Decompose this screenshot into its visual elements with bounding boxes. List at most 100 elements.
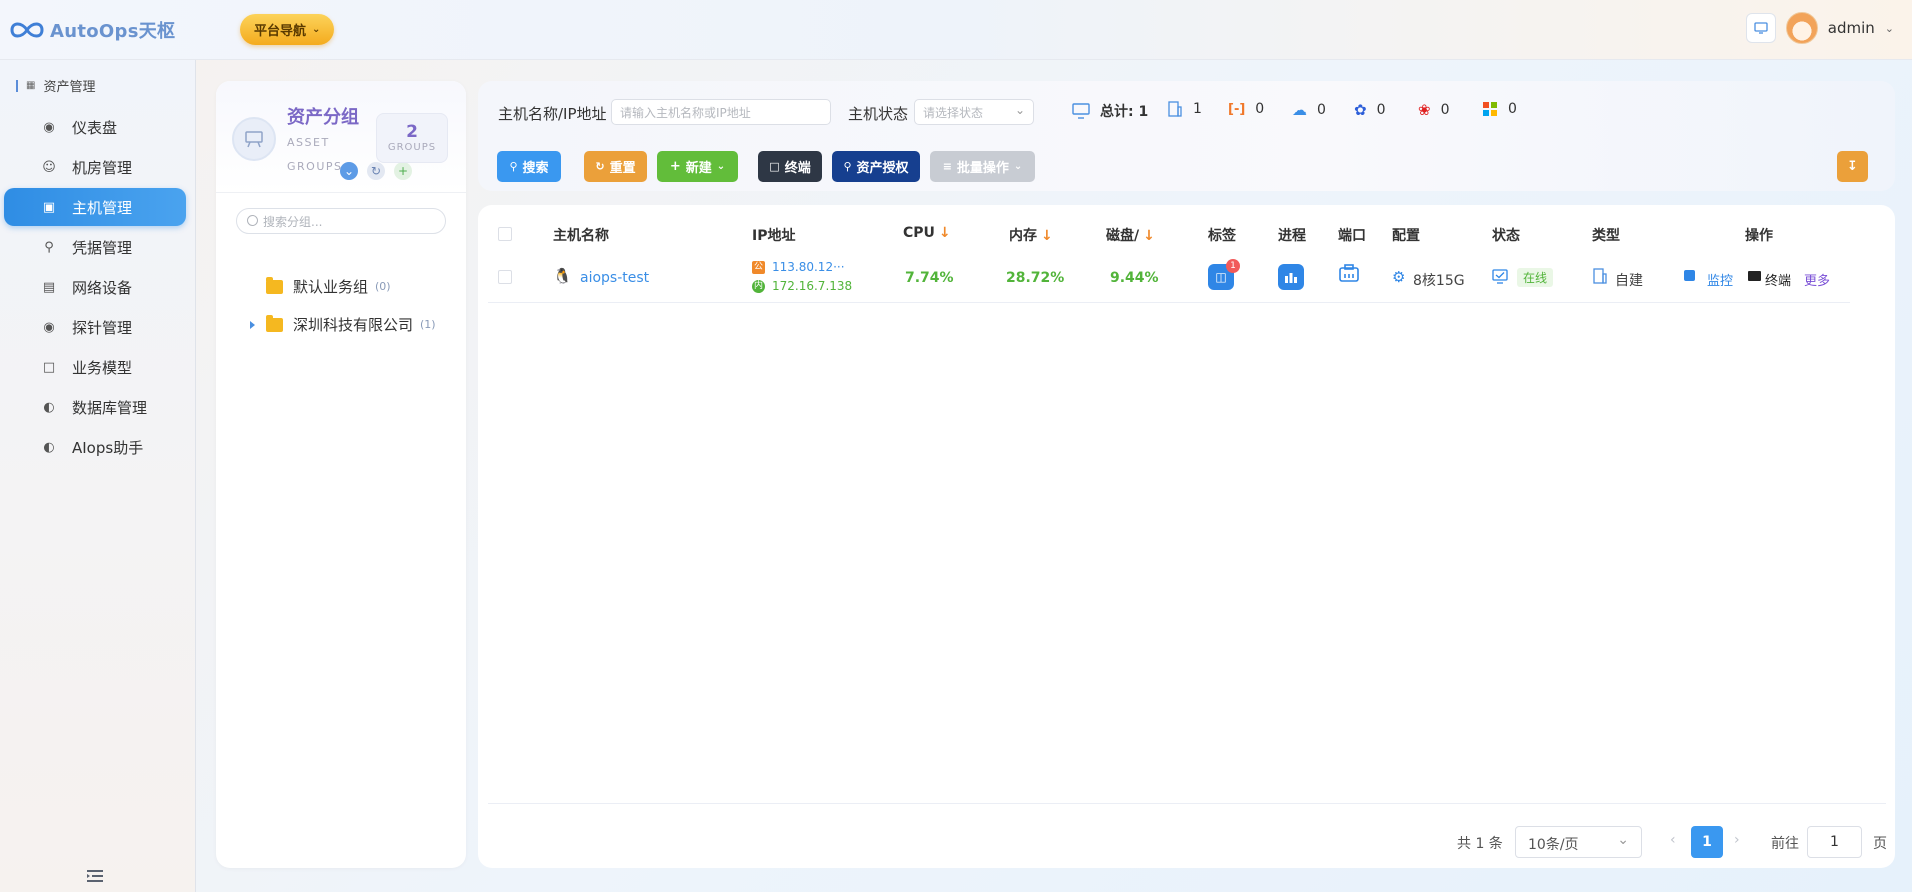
sidebar-item-database[interactable]: ◐ 数据库管理 (4, 388, 186, 426)
stat-huawei-count: 0 (1440, 102, 1450, 118)
stat-tencent-count: 0 (1317, 102, 1326, 118)
windows-icon (1483, 102, 1497, 116)
search-icon (247, 215, 258, 226)
prev-page-icon[interactable]: ‹ (1670, 832, 1676, 848)
sidebar-item-datacenter[interactable]: ☺ 机房管理 (4, 148, 186, 186)
column-header-name: 主机名称 (553, 228, 609, 244)
authorize-button[interactable]: ⚲ 资产授权 (832, 151, 920, 182)
config-value: 8核15G (1413, 273, 1465, 289)
port-button[interactable] (1338, 264, 1362, 288)
fullscreen-button[interactable] (1745, 13, 1776, 43)
sidebar-item-business-model[interactable]: □ 业务模型 (4, 348, 186, 386)
port-icon (1339, 264, 1359, 282)
top-header: AutoOps天枢 平台导航 ⌄ admin ⌄ (0, 0, 1912, 60)
chevron-down-icon: ⌄ (1013, 161, 1023, 172)
tag-button[interactable]: ◫ 1 (1208, 259, 1240, 290)
terminal-link[interactable]: 终端 (1765, 270, 1791, 289)
column-header-cpu[interactable]: CPU ↓ (903, 225, 951, 241)
column-header-status: 状态 (1492, 228, 1520, 244)
chevron-down-icon[interactable]: ⌄ (1885, 22, 1894, 35)
goto-page-value: 1 (1830, 834, 1839, 850)
host-name-link[interactable]: aiops-test (580, 270, 649, 286)
host-search-input[interactable]: 请输入主机名称或IP地址 (611, 99, 831, 125)
terminal-icon (1748, 271, 1761, 281)
page-size-value: 10条/页 (1528, 837, 1579, 853)
gauge-icon: ◐ (43, 439, 55, 455)
terminal-button[interactable]: □ 终端 (758, 151, 822, 182)
column-header-disk[interactable]: 磁盘/↓ (1106, 225, 1155, 245)
sidebar-item-label: 仪表盘 (72, 118, 118, 137)
platform-nav-button[interactable]: 平台导航 ⌄ (240, 14, 335, 45)
batch-operation-button[interactable]: ≡ 批量操作 ⌄ (930, 151, 1035, 182)
sidebar-item-credentials[interactable]: ⚲ 凭据管理 (4, 228, 186, 266)
stat-baidu: ✿ 0 (1354, 101, 1386, 119)
refresh-icon[interactable]: ↻ (367, 162, 385, 180)
public-ip[interactable]: 113.80.12··· (772, 260, 845, 274)
private-ip-badge: 内 (752, 280, 765, 293)
status-filter-label: 主机状态 (848, 105, 909, 123)
stat-aliyun-count: 0 (1255, 101, 1265, 117)
avatar[interactable] (1785, 12, 1818, 44)
huawei-icon: ❀ (1418, 101, 1431, 119)
filter-panel: 主机名称/IP地址 请输入主机名称或IP地址 主机状态 请选择状态 ⌄ 总计: … (478, 81, 1895, 191)
group-subtitle-2: GROUPS (287, 160, 343, 173)
current-page-button[interactable]: 1 (1691, 826, 1723, 858)
monitor-link[interactable]: 监控 (1707, 270, 1733, 289)
goto-label: 前往 (1771, 836, 1799, 852)
type-value: 自建 (1615, 273, 1643, 289)
process-button[interactable] (1278, 264, 1304, 290)
search-button-label: 搜索 (522, 161, 549, 176)
stat-total-label: 总计: 1 (1100, 104, 1149, 120)
search-button[interactable]: ⚲ 搜索 (497, 151, 561, 182)
asset-group-panel: 资产分组 ASSET GROUPS ⌄ ↻ + 2 GROUPS 搜索分组...… (216, 81, 466, 868)
new-button-label: 新建 (685, 161, 712, 176)
export-button[interactable]: ↧ (1837, 151, 1868, 182)
add-group-icon[interactable]: + (394, 162, 412, 180)
folder-icon (266, 314, 283, 332)
sidebar-item-label: AIops助手 (72, 438, 144, 457)
gear-icon: ⚙ (1392, 268, 1406, 286)
column-header-mem[interactable]: 内存 ↓ (1009, 225, 1053, 245)
private-ip[interactable]: 172.16.7.138 (772, 279, 852, 293)
host-search-placeholder: 请输入主机名称或IP地址 (620, 105, 751, 120)
next-page-icon[interactable]: › (1734, 832, 1740, 848)
status-select[interactable]: 请选择状态 ⌄ (914, 99, 1034, 125)
tree-node-label: 默认业务组 (293, 278, 369, 296)
chevron-down-icon: ⌄ (716, 161, 726, 172)
page-size-select[interactable]: 10条/页 ⌄ (1515, 826, 1642, 858)
sidebar-item-hosts[interactable]: ▣ 主机管理 (4, 188, 186, 226)
camera-icon: ◉ (43, 319, 55, 335)
column-header-config: 配置 (1392, 228, 1420, 244)
goto-page-input[interactable]: 1 (1807, 826, 1862, 858)
host-table-panel: 主机名称 IP地址 CPU ↓ 内存 ↓ 磁盘/↓ 标签 进程 端口 配置 状态 类… (478, 205, 1895, 868)
sidebar-section-label: 资产管理 (43, 80, 96, 95)
group-search-input[interactable]: 搜索分组... (236, 208, 446, 234)
page-suffix: 页 (1873, 836, 1887, 852)
tree-node-shenzhen[interactable]: 深圳科技有限公司 (1) (266, 314, 436, 335)
sidebar-item-network[interactable]: ▤ 网络设备 (4, 268, 186, 306)
collapse-menu-icon[interactable] (86, 868, 104, 884)
sort-arrow-icon: ↓ (938, 225, 951, 241)
linux-penguin-icon: 🐧 (553, 267, 572, 285)
aliyun-icon: [-] (1228, 101, 1246, 117)
user-name[interactable]: admin (1828, 19, 1875, 37)
sidebar-item-dashboard[interactable]: ◉ 仪表盘 (4, 108, 186, 146)
more-link[interactable]: 更多 (1804, 270, 1830, 289)
select-all-checkbox[interactable] (498, 227, 512, 241)
app-logo[interactable]: AutoOps天枢 (8, 17, 175, 43)
search-icon: ⚲ (509, 160, 518, 173)
terminal-button-label: 终端 (784, 161, 811, 176)
row-checkbox[interactable] (498, 270, 512, 284)
sidebar-item-probes[interactable]: ◉ 探针管理 (4, 308, 186, 346)
new-button[interactable]: + 新建 ⌄ (657, 151, 738, 182)
expand-groups-icon[interactable]: ⌄ (340, 162, 358, 180)
tree-node-default-group[interactable]: 默认业务组 (0) (266, 276, 391, 297)
caret-right-icon[interactable] (250, 321, 255, 329)
sidebar-item-label: 网络设备 (72, 278, 133, 297)
column-header-ip: IP地址 (752, 228, 796, 244)
stat-selfbuilt: 1 (1167, 101, 1202, 117)
status-select-placeholder: 请选择状态 (923, 105, 984, 120)
reset-button[interactable]: ↻ 重置 (584, 151, 647, 182)
stat-windows-count: 0 (1508, 101, 1517, 117)
sidebar-item-aiops[interactable]: ◐ AIops助手 (4, 428, 186, 466)
